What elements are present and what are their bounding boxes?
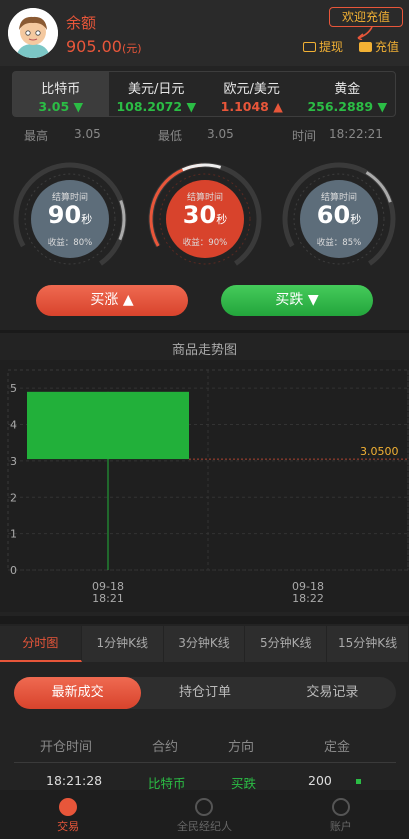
high-label: 最高: [24, 129, 49, 143]
asset-tab-bitcoin[interactable]: 比特币 3.05 ▼: [13, 72, 109, 116]
y-tick-label: 1: [10, 528, 17, 541]
tab-trade-history[interactable]: 交易记录: [269, 677, 396, 709]
timer-30s[interactable]: 结算时间 30秒 收益：90%: [148, 162, 262, 276]
timer-60s[interactable]: 结算时间 60秒 收益：85%: [282, 162, 396, 276]
tab-latest-trades[interactable]: 最新成交: [14, 677, 142, 709]
divider: [0, 616, 409, 624]
account-header: 余额 905.00(元) 欢迎充值 提现 充值: [0, 0, 409, 66]
status-dot: [356, 779, 361, 784]
x-tick-label: 18:22: [292, 592, 324, 605]
buy-up-button[interactable]: 买涨 ▲: [36, 285, 188, 316]
tab-15min-kline[interactable]: 15分钟K线: [327, 626, 409, 662]
user-icon: [331, 798, 350, 816]
wallet-icon: [359, 41, 372, 52]
trend-down-icon: ▼: [377, 99, 388, 114]
col-open-time: 开仓时间: [40, 740, 93, 755]
high-value: 3.05: [74, 127, 101, 141]
asset-tab-gold[interactable]: 黄金 256.2889 ▼: [300, 72, 396, 116]
trade-tabs: 最新成交 持仓订单 交易记录: [14, 677, 396, 709]
tab-3min-kline[interactable]: 3分钟K线: [163, 626, 246, 662]
tab-1min-kline[interactable]: 1分钟K线: [81, 626, 164, 662]
time-label: 时间: [292, 129, 317, 143]
col-deposit: 定金: [324, 740, 351, 755]
chart-title: 商品走势图: [171, 343, 237, 358]
tab-timeshare[interactable]: 分时图: [0, 626, 82, 662]
divider: [14, 762, 396, 763]
balance-value: 905.00(元): [66, 37, 142, 56]
y-tick-label: 2: [10, 491, 17, 504]
trend-down-icon: ▼: [186, 99, 197, 114]
low-value: 3.05: [207, 127, 234, 141]
asset-tab-eurusd[interactable]: 欧元/美元 1.1048 ▲: [204, 72, 300, 116]
price-chart[interactable]: 0123453.050009-1818:2109-1818:22: [0, 360, 409, 612]
buy-down-button[interactable]: 买跌 ▼: [221, 285, 373, 316]
bottom-nav: 交易 全民经纪人 账户: [0, 790, 409, 839]
trend-down-icon: ▼: [73, 99, 84, 114]
candle-body: [27, 391, 189, 460]
nav-trade[interactable]: 交易: [0, 790, 136, 839]
divider: [0, 330, 409, 333]
col-direction: 方向: [228, 740, 255, 755]
timer-90s[interactable]: 结算时间 90秒 收益：80%: [13, 162, 127, 276]
asset-tabs: 比特币 3.05 ▼ 美元/日元 108.2072 ▼ 欧元/美元 1.1048…: [12, 71, 396, 117]
yen-icon: [195, 798, 214, 816]
recharge-link[interactable]: 充值: [359, 38, 399, 55]
card-icon: [303, 41, 316, 52]
tab-5min-kline[interactable]: 5分钟K线: [245, 626, 328, 662]
x-tick-label: 18:21: [92, 592, 124, 605]
col-contract: 合约: [152, 740, 179, 755]
current-price-label: 3.0500: [360, 445, 399, 458]
y-tick-label: 0: [10, 564, 17, 577]
welcome-recharge-button[interactable]: 欢迎充值: [329, 7, 403, 27]
y-tick-label: 5: [10, 382, 17, 395]
avatar[interactable]: [8, 8, 58, 58]
balance-label: 余额: [66, 14, 97, 32]
tab-open-orders[interactable]: 持仓订单: [141, 677, 268, 709]
trade-icon: [59, 798, 78, 816]
y-tick-label: 3: [10, 455, 17, 468]
withdraw-link[interactable]: 提现: [303, 38, 343, 55]
trend-up-icon: ▲: [273, 99, 283, 114]
nav-broker[interactable]: 全民经纪人: [136, 790, 272, 839]
asset-tab-usdjpy[interactable]: 美元/日元 108.2072 ▼: [109, 72, 205, 116]
y-tick-label: 4: [10, 419, 17, 432]
time-value: 18:22:21: [329, 127, 383, 141]
period-tabs: 分时图 1分钟K线 3分钟K线 5分钟K线 15分钟K线: [0, 626, 409, 662]
low-label: 最低: [158, 129, 183, 143]
nav-account[interactable]: 账户: [273, 790, 409, 839]
